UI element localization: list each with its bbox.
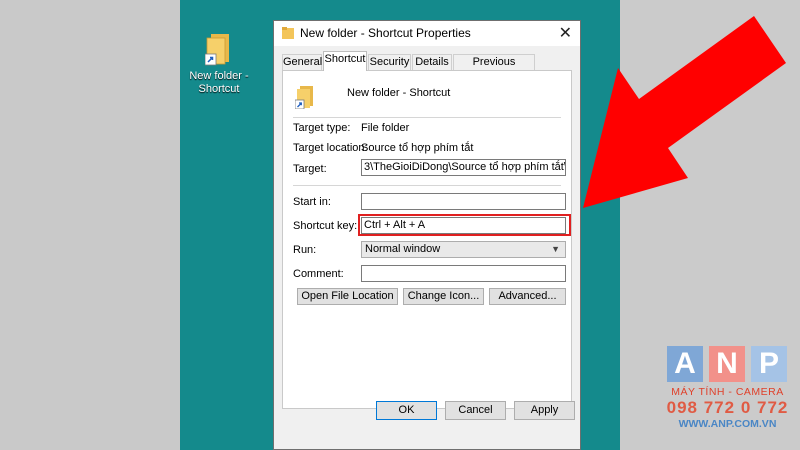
logo-letter-n: N [709,346,745,382]
logo-phone: 098 772 0 772 [666,398,789,417]
logo-subtitle: MÁY TÍNH - CAMERA [671,386,784,398]
anp-watermark: A N P MÁY TÍNH - CAMERA 098 772 0 772 WW… [665,346,790,430]
logo-website: WWW.ANP.COM.VN [678,418,777,430]
logo-letter-a: A [667,346,703,382]
logo-letter-p: P [751,346,787,382]
tab-shortcut[interactable]: Shortcut [323,51,367,71]
